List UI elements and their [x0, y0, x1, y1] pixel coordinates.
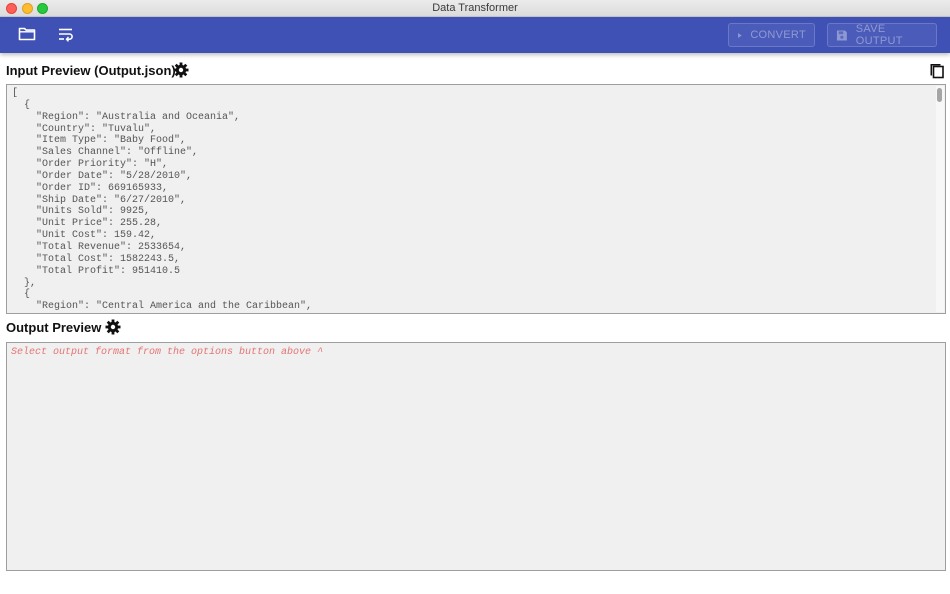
folder-icon[interactable] [18, 26, 38, 44]
window-title: Data Transformer [432, 2, 518, 14]
code-line: "Total Cost": 1582243.5, [12, 253, 181, 265]
convert-button[interactable]: CONVERT [728, 23, 815, 47]
code-line: [ [12, 88, 19, 99]
play-icon [738, 32, 742, 38]
code-line: "Ship Date": "6/27/2010", [12, 194, 187, 206]
output-preview-title: Output Preview [6, 320, 102, 335]
code-line: "Total Revenue": 2533654, [12, 241, 187, 253]
code-line: "Item Type": "Baby Food", [12, 135, 187, 147]
input-settings-gear-icon[interactable] [173, 62, 189, 78]
input-scrollbar[interactable] [936, 86, 944, 312]
code-line: "Sales Channel": "Offline", [12, 147, 199, 159]
code-line: { [12, 289, 31, 301]
code-line: "Unit Price": 255.28, [12, 218, 163, 230]
save-output-button[interactable]: SAVE OUTPUT [827, 23, 937, 47]
code-line: "Region": "Central America and the Carib… [12, 301, 313, 313]
app-toolbar: CONVERT SAVE OUTPUT [0, 17, 950, 53]
input-scrollbar-thumb[interactable] [937, 88, 942, 102]
input-preview-title: Input Preview (Output.json) [6, 63, 176, 78]
output-preview-panel[interactable]: Select output format from the options bu… [6, 342, 946, 571]
copy-icon[interactable] [929, 61, 945, 79]
code-line: { [12, 99, 31, 111]
save-output-label: SAVE OUTPUT [855, 23, 903, 47]
code-line: "Order Priority": "H", [12, 159, 169, 171]
convert-label: CONVERT [750, 29, 806, 41]
code-line: "Region": "Australia and Oceania", [12, 111, 241, 123]
output-settings-gear-icon[interactable] [105, 319, 121, 335]
code-line: "Total Profit": 951410.5 [12, 265, 181, 277]
output-placeholder-text: Select output format from the options bu… [11, 347, 324, 358]
code-line: "Country": "Tuvalu", [12, 123, 157, 135]
code-line: }, [12, 277, 37, 289]
input-preview-panel[interactable]: [ { "Region": "Australia and Oceania", "… [6, 84, 946, 314]
code-line: "Units Sold": 9925, [12, 206, 151, 218]
title-bar: Data Transformer [0, 0, 950, 17]
code-line: "Order ID": 669165933, [12, 182, 169, 194]
save-icon [836, 30, 847, 40]
code-line: "Order Date": "5/28/2010", [12, 170, 193, 182]
code-line: "Unit Cost": 159.42, [12, 230, 157, 242]
wrap-text-icon[interactable] [57, 26, 77, 44]
input-json-text: [ { "Region": "Australia and Oceania", "… [7, 85, 945, 313]
